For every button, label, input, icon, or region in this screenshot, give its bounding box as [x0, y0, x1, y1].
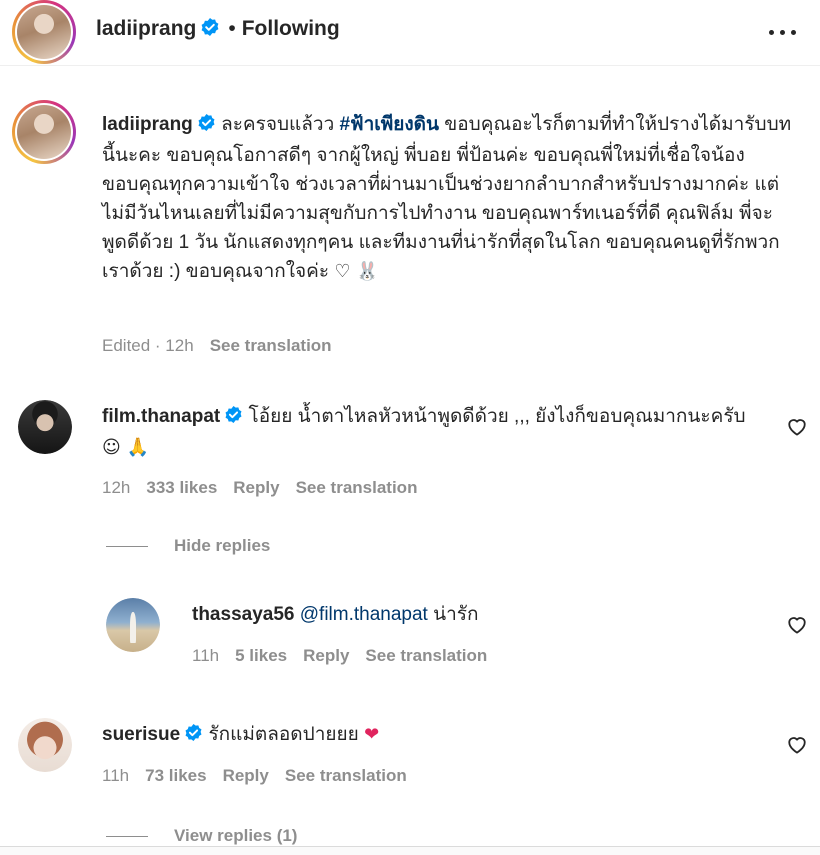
- comment-item: film.thanapat โอ้ยย น้ำตาไหลหัวหน้าพูดดี…: [0, 398, 820, 508]
- comment-username[interactable]: film.thanapat: [102, 406, 220, 427]
- bottom-divider: [0, 846, 820, 855]
- caption-emoji: ♡ 🐰: [334, 261, 379, 282]
- comment-likes[interactable]: 5 likes: [235, 646, 287, 665]
- comment-text: suerisue รักแม่ตลอดปายยย ❤: [102, 720, 752, 751]
- comment-meta: 12h 333 likes Reply See translation: [102, 478, 433, 498]
- comment-text: film.thanapat โอ้ยย น้ำตาไหลหัวหน้าพูดดี…: [102, 402, 752, 462]
- verified-badge-icon: [224, 404, 243, 433]
- caption-body-start: ละครจบแล้วว: [221, 114, 335, 135]
- verified-badge-icon: [197, 112, 216, 141]
- comment-avatar[interactable]: [18, 718, 72, 772]
- comment-meta: 11h 5 likes Reply See translation: [192, 646, 503, 666]
- reply-button[interactable]: Reply: [233, 478, 279, 497]
- caption-see-translation[interactable]: See translation: [210, 336, 332, 355]
- comment-meta: 11h 73 likes Reply See translation: [102, 766, 423, 786]
- post-header: ladiiprang • Following: [0, 0, 820, 66]
- comment-likes[interactable]: 73 likes: [145, 766, 206, 785]
- comment-see-translation[interactable]: See translation: [365, 646, 487, 665]
- comment-text: thassaya56 @film.thanapat น่ารัก: [192, 600, 752, 629]
- comment-item: suerisue รักแม่ตลอดปายยย ❤ 11h 73 likes Re…: [0, 716, 820, 816]
- caption-username[interactable]: ladiiprang: [102, 114, 193, 135]
- comment-body: โอ้ยย น้ำตาไหลหัวหน้าพูดดีด้วย ,,, ยังไง…: [248, 406, 746, 427]
- verified-badge-icon: [184, 722, 203, 751]
- comment-emoji: ☺ 🙏: [102, 437, 149, 458]
- header-avatar[interactable]: [12, 0, 76, 64]
- caption-avatar[interactable]: [12, 100, 76, 164]
- caption-meta: Edited · 12h See translation: [102, 336, 348, 356]
- following-button[interactable]: Following: [242, 17, 340, 40]
- comment-mention[interactable]: @film.thanapat: [300, 604, 428, 625]
- comment-see-translation[interactable]: See translation: [285, 766, 407, 785]
- heart-outline-icon[interactable]: [786, 734, 808, 759]
- comment-time: 11h: [192, 646, 220, 665]
- comment-time: 12h: [102, 478, 131, 497]
- more-options-icon[interactable]: [766, 22, 800, 42]
- caption-hashtag[interactable]: #ฟ้าเพียงดิน: [340, 114, 439, 135]
- replies-divider: [106, 546, 148, 548]
- comment-body: รักแม่ตลอดปายยย: [208, 724, 359, 745]
- comment-body: น่ารัก: [433, 604, 479, 625]
- hide-replies-label: Hide replies: [174, 536, 271, 555]
- verified-badge-icon: [200, 17, 220, 42]
- comment-avatar[interactable]: [18, 400, 72, 454]
- reply-button[interactable]: Reply: [223, 766, 269, 785]
- heart-outline-icon[interactable]: [786, 416, 808, 441]
- view-replies-button[interactable]: View replies (1): [106, 826, 297, 846]
- heart-outline-icon[interactable]: [786, 614, 808, 639]
- comment-username[interactable]: thassaya56: [192, 604, 294, 625]
- view-replies-label: View replies (1): [174, 826, 298, 845]
- comment-see-translation[interactable]: See translation: [296, 478, 418, 497]
- comment-username[interactable]: suerisue: [102, 724, 180, 745]
- hide-replies-button[interactable]: Hide replies: [106, 536, 270, 556]
- header-username[interactable]: ladiiprang: [96, 17, 196, 40]
- reply-button[interactable]: Reply: [303, 646, 349, 665]
- header-separator: •: [228, 17, 236, 40]
- comment-time: 11h: [102, 766, 130, 785]
- caption-text: ladiiprang ละครจบแล้วว #ฟ้าเพียงดิน ขอบค…: [102, 110, 792, 286]
- header-user-line: ladiiprang • Following: [96, 17, 340, 42]
- comment-avatar[interactable]: [106, 598, 160, 652]
- reply-item: thassaya56 @film.thanapat น่ารัก 11h 5 li…: [0, 596, 820, 676]
- red-heart-emoji: ❤: [364, 724, 380, 745]
- caption-edited-time: Edited · 12h: [102, 336, 194, 355]
- comment-likes[interactable]: 333 likes: [146, 478, 217, 497]
- replies-divider: [106, 836, 148, 838]
